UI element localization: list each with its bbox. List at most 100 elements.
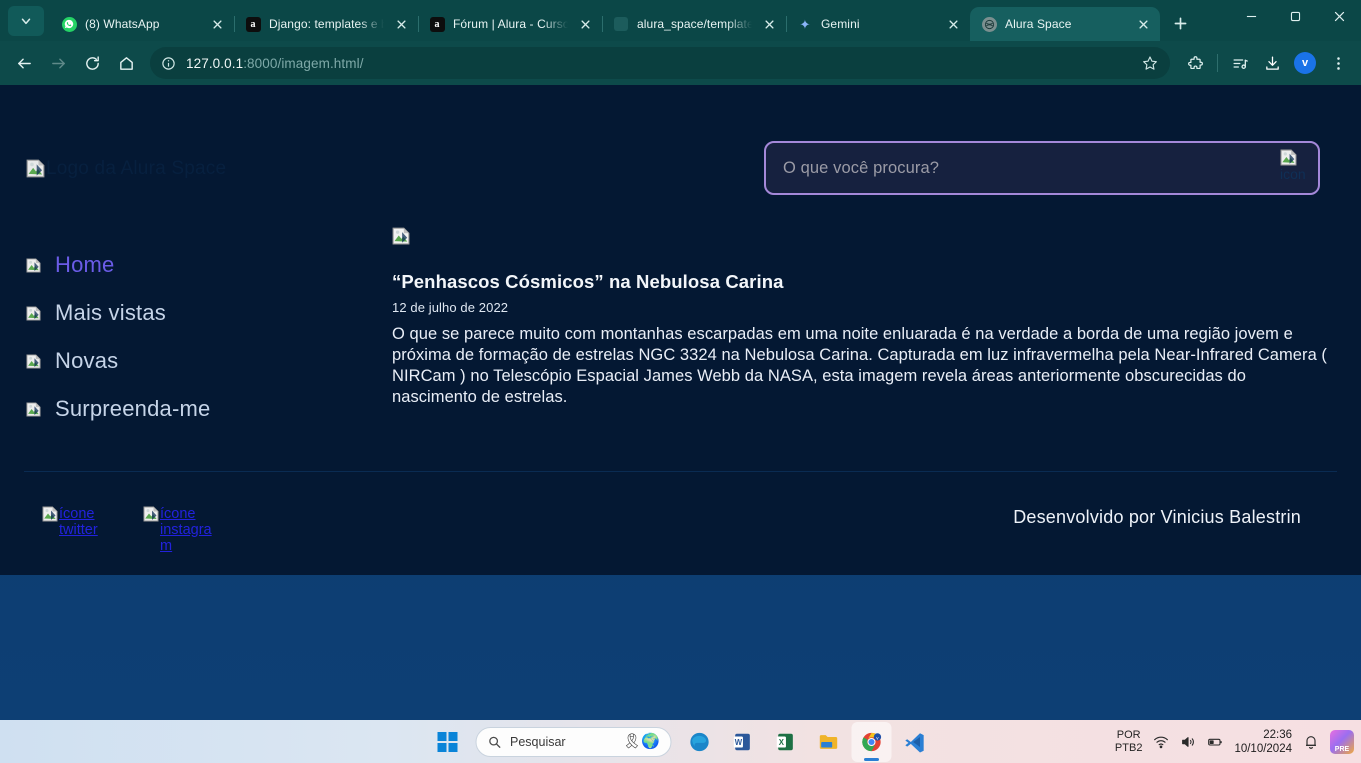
broken-image-icon [26, 353, 41, 369]
file-explorer-icon[interactable] [808, 722, 848, 762]
site-logo-broken-image[interactable]: Logo da Alura Space [24, 159, 226, 178]
taskbar-search[interactable]: Pesquisar 🎗🌍 [475, 726, 671, 757]
article-content: “Penhascos Cósmicos” na Nebulosa Carina … [392, 221, 1337, 408]
taskbar-search-placeholder: Pesquisar [510, 734, 566, 749]
alura-space-icon [981, 16, 997, 32]
minimize-icon[interactable] [1229, 0, 1273, 32]
article-broken-image[interactable] [392, 227, 1330, 245]
social-link-instagram[interactable]: ícone instagram [143, 506, 219, 554]
start-icon[interactable] [427, 722, 467, 762]
sidebar-item-mais-vistas[interactable]: Mais vistas [24, 289, 392, 337]
wifi-icon[interactable] [1153, 734, 1169, 750]
tab-strip: (8) WhatsApp a Django: templates e b a F… [0, 0, 1361, 41]
broken-image-icon [42, 506, 58, 522]
alura-space-page: Logo da Alura Space O que você procura? … [0, 85, 1361, 575]
close-icon[interactable] [208, 15, 226, 33]
word-icon[interactable]: W [722, 722, 762, 762]
tab-title: Alura Space [1005, 17, 1072, 31]
close-icon[interactable] [944, 15, 962, 33]
search-container: icon [764, 141, 1320, 195]
vscode-icon[interactable] [894, 722, 934, 762]
whatsapp-icon [61, 16, 77, 32]
site-info-icon[interactable] [158, 53, 178, 73]
social-link-alt-text: ícone twitter [59, 506, 98, 538]
broken-image-icon [26, 257, 41, 273]
broken-image-icon [392, 227, 410, 245]
browser-toolbar: 127.0.0.1:8000/imagem.html/ v [0, 41, 1361, 85]
tab-alura-space-templates[interactable]: alura_space/templates [602, 7, 787, 41]
address-bar[interactable]: 127.0.0.1:8000/imagem.html/ [150, 47, 1170, 79]
media-control-icon[interactable] [1225, 48, 1255, 78]
article-title: “Penhascos Cósmicos” na Nebulosa Carina [392, 271, 784, 293]
tab-alura-space[interactable]: Alura Space [970, 7, 1160, 41]
search-icon [488, 736, 500, 748]
tab-forum-alura[interactable]: a Fórum | Alura - Curso [418, 7, 603, 41]
notification-bell-icon[interactable] [1303, 734, 1319, 750]
page-body: Home Mais vistas Novas Surpreenda-me “Pe… [24, 203, 1337, 433]
alura-icon: a [429, 16, 445, 32]
new-tab-button[interactable] [1166, 9, 1194, 37]
extensions-icon[interactable] [1180, 48, 1210, 78]
clock-date: 10/10/2024 [1234, 742, 1292, 755]
svg-text:X: X [778, 737, 784, 746]
sidebar-item-label: Home [55, 252, 115, 277]
site-logo-alt-text: Logo da Alura Space [46, 157, 227, 179]
home-icon[interactable] [110, 47, 142, 79]
footer-credit: Desenvolvido por Vinicius Balestrin [1013, 507, 1301, 527]
close-icon[interactable] [1317, 0, 1361, 32]
close-icon[interactable] [1134, 15, 1152, 33]
maximize-icon[interactable] [1273, 0, 1317, 32]
close-icon[interactable] [760, 15, 778, 33]
sidebar-item-label: Novas [55, 348, 119, 373]
search-input[interactable] [764, 141, 1320, 195]
chrome-menu-icon[interactable] [1323, 48, 1353, 78]
alura-icon: a [245, 16, 261, 32]
copilot-icon[interactable]: PRE [1330, 729, 1354, 754]
tab-search-button[interactable] [8, 6, 44, 36]
clock-time: 22:36 [1263, 728, 1292, 741]
excel-icon[interactable]: X [765, 722, 805, 762]
broken-image-icon [26, 305, 41, 321]
awareness-ribbon-icon[interactable]: 🎗🌍 [622, 734, 660, 749]
url-path: :8000/imagem.html/ [243, 55, 364, 71]
tab-title: Django: templates e b [269, 17, 384, 31]
battery-icon[interactable] [1207, 734, 1223, 750]
tab-django-templates[interactable]: a Django: templates e b [234, 7, 419, 41]
edge-icon[interactable] [679, 722, 719, 762]
chrome-icon[interactable]: v [851, 721, 891, 762]
close-icon[interactable] [392, 15, 410, 33]
browser-window: (8) WhatsApp a Django: templates e b a F… [0, 0, 1361, 763]
page-footer: ícone twitter ícone instagram Desenvolvi… [24, 471, 1337, 575]
sidebar-item-novas[interactable]: Novas [24, 337, 392, 385]
social-link-twitter[interactable]: ícone twitter [42, 506, 118, 538]
tab-gemini[interactable]: ✦ Gemini [786, 7, 971, 41]
tab-title: (8) WhatsApp [85, 17, 160, 31]
clock[interactable]: 22:36 10/10/2024 [1234, 728, 1292, 756]
broken-image-icon [26, 401, 41, 417]
windows-taskbar: Pesquisar 🎗🌍 W X v POR PTB2 22:36 10/10/… [0, 720, 1361, 763]
close-icon[interactable] [576, 15, 594, 33]
page-header: Logo da Alura Space O que você procura? … [24, 85, 1337, 203]
url-text: 127.0.0.1:8000/imagem.html/ [186, 56, 1128, 71]
tab-whatsapp[interactable]: (8) WhatsApp [50, 7, 235, 41]
article-date: 12 de julho de 2022 [392, 300, 509, 316]
tab-title: Gemini [821, 17, 860, 31]
sidebar-item-label: Surpreenda-me [55, 396, 211, 421]
bookmark-star-icon[interactable] [1136, 49, 1164, 77]
volume-icon[interactable] [1180, 734, 1196, 750]
profile-avatar[interactable]: v [1294, 52, 1316, 74]
url-host: 127.0.0.1 [186, 55, 244, 71]
broken-image-icon [26, 159, 45, 178]
sidebar-item-label: Mais vistas [55, 300, 166, 325]
reload-icon[interactable] [76, 47, 108, 79]
sidebar-item-surpreenda-me[interactable]: Surpreenda-me [24, 385, 392, 433]
back-icon[interactable] [8, 47, 40, 79]
downloads-icon[interactable] [1257, 48, 1287, 78]
window-controls [1229, 0, 1361, 41]
language-indicator[interactable]: POR PTB2 [1115, 729, 1143, 755]
gemini-icon: ✦ [799, 16, 811, 32]
language-line-1: POR [1116, 728, 1141, 741]
system-tray: POR PTB2 22:36 10/10/2024 PRE [1115, 720, 1354, 763]
forward-icon[interactable] [42, 47, 74, 79]
sidebar-item-home[interactable]: Home [24, 241, 392, 289]
